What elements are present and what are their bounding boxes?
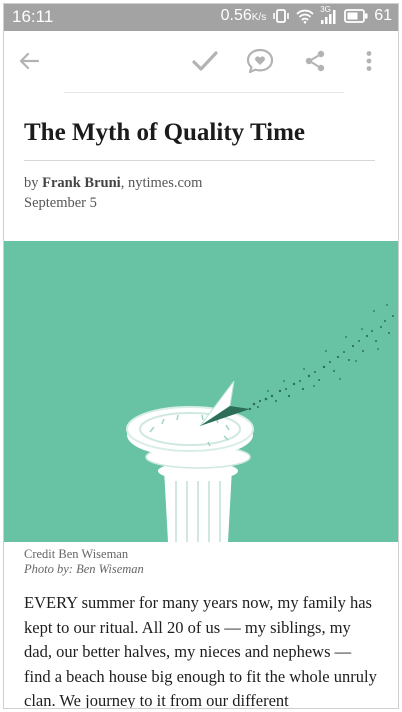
battery-icon (344, 9, 368, 23)
status-time: 16:11 (12, 7, 54, 26)
wifi-icon (296, 9, 314, 24)
status-icons: 0.56K/s 3G 61 (220, 5, 392, 25)
article-date: September 5 (24, 195, 97, 211)
status-bar: 16:11 0.56K/s 3G 61 (4, 4, 398, 31)
hero-image[interactable] (4, 241, 398, 542)
column (145, 445, 251, 542)
article-body: EVERY summer for many years now, my fami… (24, 591, 380, 708)
body-paragraph: EVERY summer for many years now, my fami… (24, 593, 377, 708)
article-source[interactable]: nytimes.com (128, 175, 203, 191)
share-icon (305, 50, 325, 72)
favorite-button[interactable] (243, 44, 277, 78)
photo-by-line: Photo by: Ben Wiseman (24, 562, 144, 576)
article-title: The Myth of Quality Time (24, 119, 306, 146)
credit-line: Credit Ben Wiseman (24, 547, 129, 561)
checkmark-icon (192, 51, 218, 71)
phone-screen: 16:11 0.56K/s 3G 61 The Myth of Quality … (4, 4, 398, 708)
author-name[interactable]: Frank Bruni (42, 175, 121, 191)
back-button[interactable] (12, 44, 46, 78)
share-button[interactable] (298, 44, 332, 78)
article-toolbar (4, 31, 398, 93)
scattering-particles (248, 304, 394, 411)
archive-button[interactable] (188, 44, 222, 78)
sundial (126, 380, 254, 457)
network-speed: 0.56K/s (220, 7, 267, 24)
arrow-left-icon (19, 52, 40, 70)
title-divider (24, 160, 375, 161)
battery-level: 61 (374, 7, 392, 24)
heart-bubble-icon (246, 48, 274, 74)
more-menu-button[interactable] (352, 44, 386, 78)
signal-icon: 3G (320, 5, 338, 24)
more-vertical-icon (366, 51, 372, 71)
toolbar-divider (64, 92, 344, 93)
vibrate-icon (272, 8, 290, 24)
sundial-illustration (126, 304, 394, 542)
article-byline: by Frank Bruni, nytimes.com (24, 175, 203, 191)
image-credit: Credit Ben Wiseman Photo by: Ben Wiseman (24, 547, 144, 577)
